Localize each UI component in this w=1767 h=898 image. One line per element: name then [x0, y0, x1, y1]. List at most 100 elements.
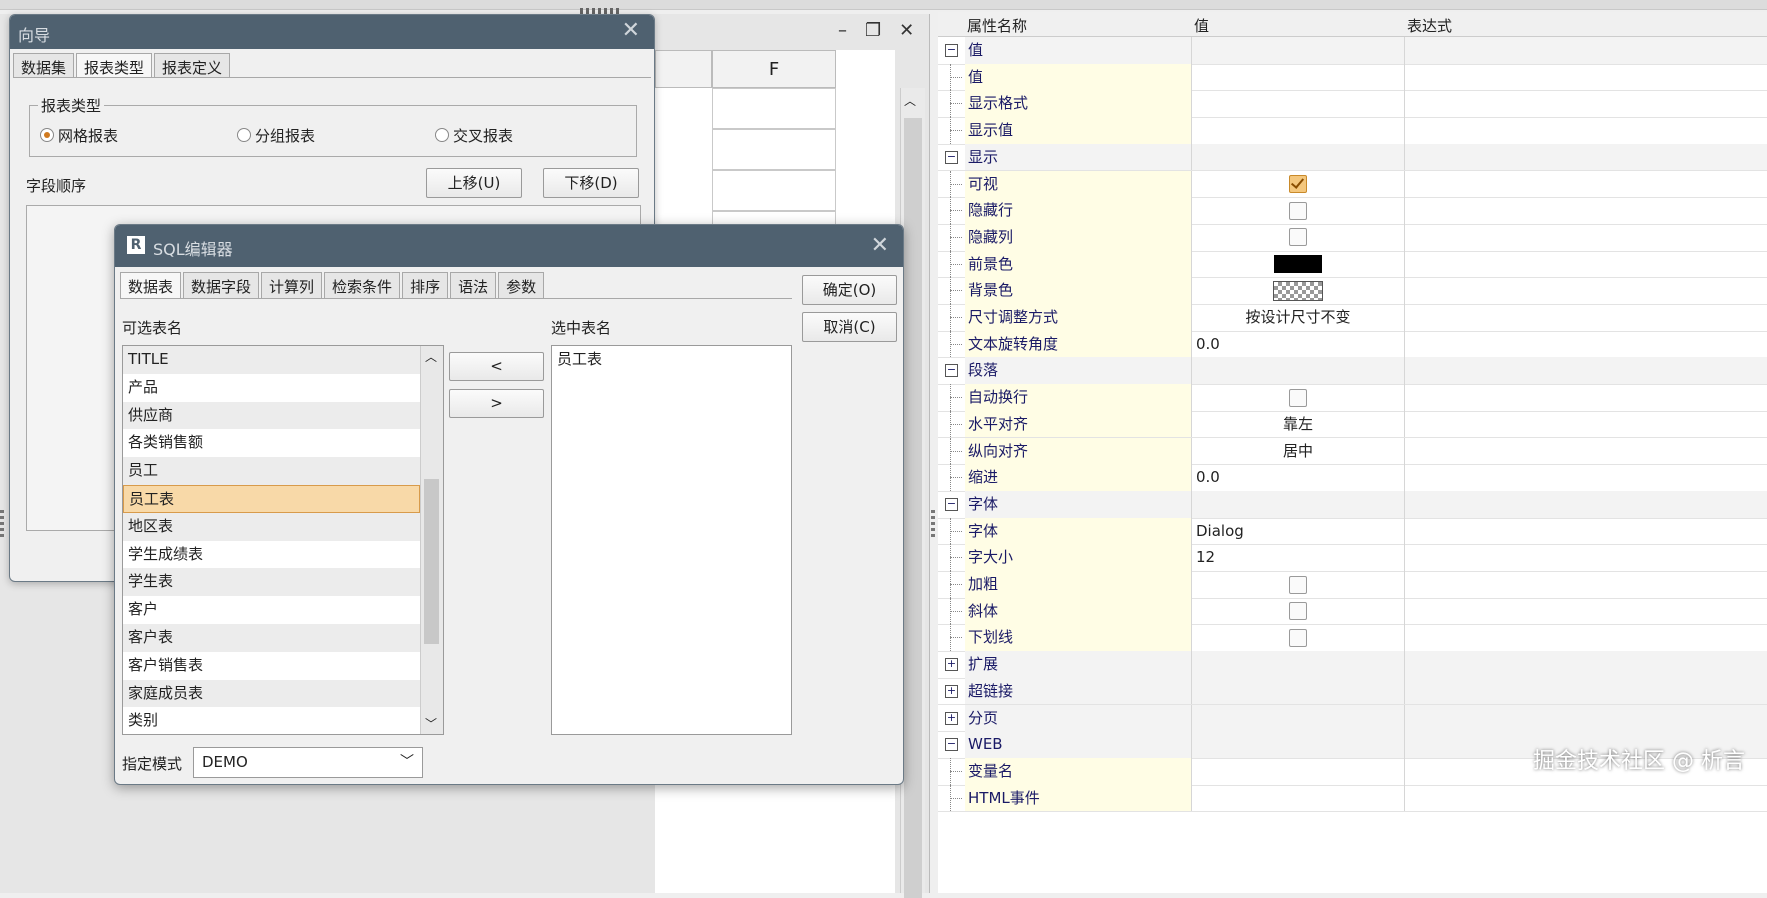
- tab-report-type[interactable]: 报表类型: [76, 53, 153, 77]
- checkbox[interactable]: [1289, 201, 1307, 220]
- property-row[interactable]: 显示格式: [938, 90, 1767, 119]
- close-icon[interactable]: ✕: [899, 20, 914, 48]
- tab-parameters[interactable]: 参数: [498, 272, 545, 298]
- property-value[interactable]: [1192, 757, 1405, 785]
- list-scrollbar[interactable]: ︿ ﹀: [420, 346, 443, 734]
- color-swatch[interactable]: [1273, 280, 1323, 301]
- tab-dataset[interactable]: 数据集: [13, 53, 75, 77]
- property-row[interactable]: 字大小 12: [938, 544, 1767, 572]
- list-item[interactable]: 学生表: [123, 568, 420, 597]
- header-property-name[interactable]: 属性名称: [967, 15, 1027, 36]
- property-group-row[interactable]: − 段落: [938, 357, 1767, 386]
- list-item[interactable]: 学生成绩表: [123, 541, 420, 569]
- property-row[interactable]: 尺寸调整方式 按设计尺寸不变: [938, 304, 1767, 332]
- property-group-row[interactable]: − 值: [938, 37, 1767, 65]
- expand-icon[interactable]: +: [945, 658, 958, 672]
- property-value[interactable]: [1192, 277, 1405, 304]
- grid-cell[interactable]: [712, 129, 836, 170]
- checkbox[interactable]: [1289, 388, 1307, 407]
- property-value[interactable]: 按设计尺寸不变: [1192, 304, 1405, 331]
- expand-icon[interactable]: +: [945, 684, 958, 698]
- move-up-button[interactable]: 上移(U): [426, 168, 522, 198]
- property-value[interactable]: [1192, 597, 1405, 625]
- right-splitter-grip[interactable]: [931, 510, 935, 540]
- property-row[interactable]: 自动换行: [938, 384, 1767, 412]
- list-item-selected[interactable]: 员工表: [123, 484, 420, 513]
- property-row[interactable]: 下划线: [938, 624, 1767, 653]
- collapse-icon[interactable]: −: [945, 44, 958, 57]
- property-expression[interactable]: [1405, 624, 1767, 651]
- property-value[interactable]: 0.0: [1192, 464, 1405, 491]
- property-value[interactable]: [1192, 143, 1405, 171]
- grid-cell[interactable]: [712, 88, 836, 129]
- property-expression[interactable]: [1405, 571, 1767, 598]
- cancel-button[interactable]: 取消(C): [802, 312, 897, 342]
- property-row[interactable]: 斜体: [938, 597, 1767, 626]
- column-header-e[interactable]: [655, 50, 712, 88]
- move-down-button[interactable]: 下移(D): [543, 168, 639, 198]
- close-icon[interactable]: ✕: [622, 18, 640, 43]
- property-row[interactable]: 字体 Dialog: [938, 517, 1767, 546]
- scroll-thumb[interactable]: [904, 118, 922, 898]
- checkbox-checked[interactable]: [1289, 175, 1307, 193]
- list-item[interactable]: 类别: [123, 707, 420, 734]
- property-group-row[interactable]: − 字体: [938, 490, 1767, 519]
- grid-cell[interactable]: [712, 170, 836, 211]
- property-expression[interactable]: [1405, 544, 1767, 571]
- property-expression[interactable]: [1405, 438, 1767, 465]
- list-item[interactable]: 各类销售额: [123, 429, 420, 457]
- property-expression[interactable]: [1405, 171, 1767, 198]
- left-splitter-grip[interactable]: [0, 510, 4, 540]
- list-item[interactable]: 产品: [123, 374, 420, 402]
- list-item[interactable]: 员工表: [552, 346, 791, 374]
- property-row[interactable]: 背景色: [938, 277, 1767, 305]
- checkbox[interactable]: [1289, 628, 1307, 647]
- sql-editor-titlebar[interactable]: R SQL编辑器 ✕: [115, 225, 903, 267]
- property-group-row[interactable]: + 分页: [938, 704, 1767, 733]
- property-value[interactable]: [1192, 571, 1405, 598]
- property-group-row[interactable]: + 超链接: [938, 677, 1767, 706]
- property-value[interactable]: 靠左: [1192, 410, 1405, 438]
- property-value[interactable]: [1192, 624, 1405, 652]
- radio-grid-report[interactable]: 网格报表: [40, 125, 118, 146]
- schema-select[interactable]: DEMO ﹀: [193, 747, 423, 778]
- property-value[interactable]: [1192, 63, 1405, 91]
- tab-report-definition[interactable]: 报表定义: [154, 53, 231, 77]
- property-expression[interactable]: [1405, 785, 1767, 812]
- tab-fields[interactable]: 数据字段: [183, 272, 260, 298]
- property-expression[interactable]: [1405, 143, 1767, 171]
- property-expression[interactable]: [1405, 651, 1767, 678]
- radio-cross-report[interactable]: 交叉报表: [435, 125, 513, 146]
- tab-conditions[interactable]: 检索条件: [324, 272, 401, 298]
- ok-button[interactable]: 确定(O): [802, 275, 897, 305]
- property-row[interactable]: 加粗: [938, 571, 1767, 599]
- property-value[interactable]: [1192, 197, 1405, 224]
- scroll-up-icon[interactable]: ︿: [425, 348, 437, 365]
- list-item[interactable]: 客户表: [123, 623, 420, 652]
- property-expression[interactable]: [1405, 704, 1767, 732]
- property-value[interactable]: [1192, 170, 1405, 198]
- property-expression[interactable]: [1405, 304, 1767, 331]
- header-expression[interactable]: 表达式: [1407, 15, 1452, 36]
- property-group-row[interactable]: + 扩展: [938, 651, 1767, 679]
- property-expression[interactable]: [1405, 224, 1767, 251]
- property-expression[interactable]: [1405, 197, 1767, 224]
- property-expression[interactable]: [1405, 117, 1767, 144]
- property-value[interactable]: [1192, 490, 1405, 518]
- property-row[interactable]: 缩进 0.0: [938, 464, 1767, 492]
- property-value[interactable]: 居中: [1192, 437, 1405, 465]
- restore-icon[interactable]: ❐: [865, 20, 881, 48]
- property-row[interactable]: HTML事件: [938, 784, 1767, 813]
- collapse-icon[interactable]: −: [945, 150, 958, 164]
- list-item[interactable]: 家庭成员表: [123, 679, 420, 708]
- wizard-titlebar[interactable]: 向导 ✕: [10, 15, 654, 49]
- remove-table-button[interactable]: <: [449, 352, 544, 381]
- property-row[interactable]: 文本旋转角度 0.0: [938, 330, 1767, 359]
- property-value[interactable]: Dialog: [1192, 517, 1405, 545]
- collapse-icon[interactable]: −: [945, 364, 958, 378]
- property-value[interactable]: [1192, 384, 1405, 411]
- property-expression[interactable]: [1405, 518, 1767, 545]
- property-expression[interactable]: [1405, 251, 1767, 278]
- property-row[interactable]: 隐藏列: [938, 223, 1767, 252]
- checkbox[interactable]: [1289, 575, 1307, 594]
